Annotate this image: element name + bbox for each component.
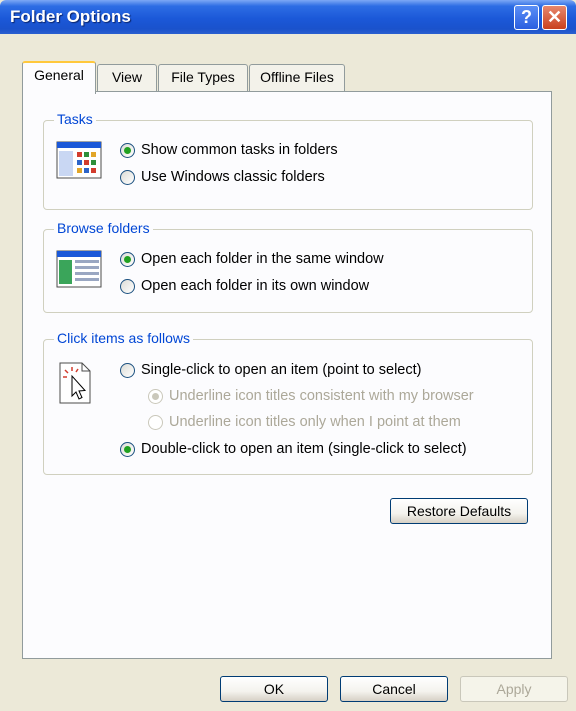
underline-browser-label: Underline icon titles consistent with my… (169, 388, 474, 404)
show-common-tasks-radio[interactable] (120, 142, 135, 158)
underline-browser-radio[interactable] (148, 388, 163, 404)
show-common-tasks-option[interactable]: Show common tasks in folders (120, 142, 338, 158)
double-click-radio[interactable] (120, 441, 135, 457)
title-bar[interactable]: Folder Options ? ✕ (0, 0, 576, 34)
window-title: Folder Options (10, 7, 131, 26)
close-icon: ✕ (546, 7, 563, 27)
classic-folders-label: Use Windows classic folders (141, 169, 325, 185)
own-window-label: Open each folder in its own window (141, 278, 370, 294)
underline-browser-option[interactable]: Underline icon titles consistent with my… (148, 388, 474, 404)
underline-point-label: Underline icon titles only when I point … (169, 414, 461, 430)
cancel-button[interactable]: Cancel (340, 676, 448, 702)
tasks-group-label: Tasks (54, 111, 96, 127)
own-window-option[interactable]: Open each folder in its own window (120, 278, 369, 294)
tab-general[interactable]: General (22, 61, 96, 94)
classic-folders-option[interactable]: Use Windows classic folders (120, 169, 325, 185)
help-icon: ? (521, 7, 532, 27)
browse-folders-group-label: Browse folders (54, 220, 153, 236)
underline-point-radio[interactable] (148, 414, 163, 430)
single-click-radio[interactable] (120, 362, 135, 378)
underline-point-option[interactable]: Underline icon titles only when I point … (148, 414, 461, 430)
click-items-group: Click items as follows Single-click to o… (43, 330, 533, 475)
classic-folders-radio[interactable] (120, 169, 135, 185)
own-window-radio[interactable] (120, 278, 135, 294)
browse-window-icon (56, 250, 102, 288)
double-click-option[interactable]: Double-click to open an item (single-cli… (120, 441, 467, 457)
same-window-label: Open each folder in the same window (141, 251, 384, 267)
click-pointer-icon (59, 362, 91, 404)
single-click-option[interactable]: Single-click to open an item (point to s… (120, 362, 421, 378)
tab-file-types[interactable]: File Types (158, 64, 248, 91)
common-tasks-folder-icon (56, 141, 102, 179)
show-common-tasks-label: Show common tasks in folders (141, 142, 338, 158)
restore-defaults-button[interactable]: Restore Defaults (390, 498, 528, 524)
click-items-group-label: Click items as follows (54, 330, 194, 346)
close-button[interactable]: ✕ (542, 5, 567, 30)
browse-folders-group: Browse folders Open each folder in the s… (43, 220, 533, 313)
same-window-radio[interactable] (120, 251, 135, 267)
folder-options-dialog: Folder Options ? ✕ General View File Typ… (0, 0, 576, 711)
single-click-label: Single-click to open an item (point to s… (141, 362, 422, 378)
apply-button[interactable]: Apply (460, 676, 568, 702)
tasks-group: Tasks Show common tasks in folders Use W… (43, 111, 533, 210)
same-window-option[interactable]: Open each folder in the same window (120, 251, 384, 267)
double-click-label: Double-click to open an item (single-cli… (141, 441, 467, 457)
help-button[interactable]: ? (514, 5, 539, 30)
ok-button[interactable]: OK (220, 676, 328, 702)
general-tab-panel: Tasks Show common tasks in folders Use W… (22, 91, 552, 659)
tab-offline-files[interactable]: Offline Files (249, 64, 345, 91)
tab-view[interactable]: View (97, 64, 157, 91)
